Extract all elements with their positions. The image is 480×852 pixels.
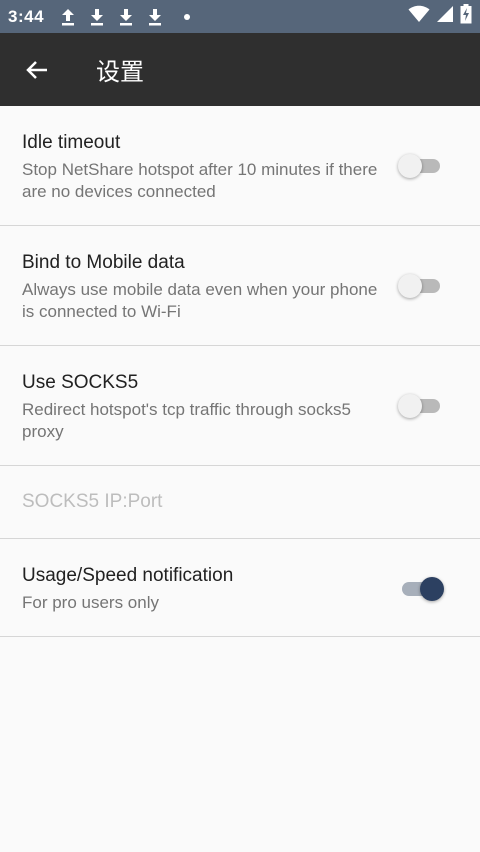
usage-notification-switch[interactable] bbox=[398, 572, 444, 606]
setting-summary: Redirect hotspot's tcp traffic through s… bbox=[22, 400, 351, 441]
setting-socks5-address: SOCKS5 IP:Port bbox=[0, 466, 480, 539]
download-arrow-icon bbox=[118, 7, 134, 27]
download-arrow-icon bbox=[147, 7, 163, 27]
switch-thumb bbox=[398, 394, 422, 418]
setting-summary: For pro users only bbox=[22, 593, 159, 612]
arrow-back-icon[interactable] bbox=[24, 57, 50, 83]
notification-dot-icon bbox=[184, 13, 191, 20]
bind-mobile-data-switch[interactable] bbox=[398, 269, 444, 303]
setting-title: Usage/Speed notification bbox=[22, 565, 234, 586]
idle-timeout-switch[interactable] bbox=[398, 149, 444, 183]
download-arrow-icon bbox=[89, 7, 105, 27]
setting-idle-timeout[interactable]: Idle timeout Stop NetShare hotspot after… bbox=[0, 106, 480, 226]
setting-title: Idle timeout bbox=[22, 132, 121, 153]
upload-arrow-icon bbox=[60, 7, 76, 27]
setting-title: Use SOCKS5 bbox=[22, 372, 139, 393]
use-socks5-switch[interactable] bbox=[398, 389, 444, 423]
setting-summary: Stop NetShare hotspot after 10 minutes i… bbox=[22, 160, 378, 201]
setting-title: Bind to Mobile data bbox=[22, 252, 185, 273]
app-bar: 设置 bbox=[0, 33, 480, 106]
wifi-icon bbox=[408, 5, 430, 28]
setting-use-socks5[interactable]: Use SOCKS5 Redirect hotspot's tcp traffi… bbox=[0, 346, 480, 466]
switch-thumb bbox=[398, 154, 422, 178]
status-bar: 3:44 bbox=[0, 0, 480, 33]
switch-thumb bbox=[398, 274, 422, 298]
signal-icon bbox=[436, 5, 454, 28]
setting-summary: Always use mobile data even when your ph… bbox=[22, 280, 378, 321]
setting-bind-mobile-data[interactable]: Bind to Mobile data Always use mobile da… bbox=[0, 226, 480, 346]
setting-usage-notification[interactable]: Usage/Speed notification For pro users o… bbox=[0, 539, 480, 637]
switch-thumb bbox=[420, 577, 444, 601]
socks5-address-label: SOCKS5 IP:Port bbox=[22, 491, 163, 512]
battery-icon bbox=[460, 4, 472, 29]
status-time: 3:44 bbox=[8, 6, 45, 26]
page-title: 设置 bbox=[96, 59, 144, 86]
settings-list: Idle timeout Stop NetShare hotspot after… bbox=[0, 106, 480, 637]
